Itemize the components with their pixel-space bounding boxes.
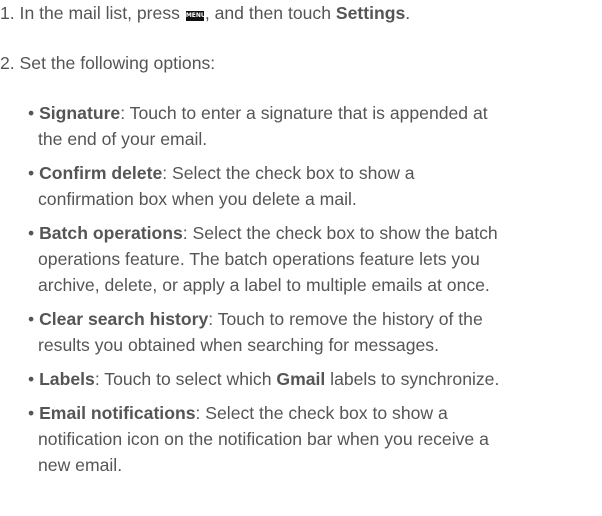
option-term: Clear search history xyxy=(39,309,209,329)
option-desc-continued: notification icon on the notification ba… xyxy=(38,429,489,449)
option-desc: : Touch to select which xyxy=(94,369,277,389)
option-desc-continued: new email. xyxy=(38,455,123,475)
option-desc-continued: archive, delete, or apply a label to mul… xyxy=(38,275,490,295)
option-term: Signature xyxy=(39,103,121,123)
option-signature: • Signature: Touch to enter a signature … xyxy=(28,103,488,123)
option-desc-continued: confirmation box when you delete a mail. xyxy=(38,189,357,209)
option-desc: : Touch to remove the history of the xyxy=(208,309,483,329)
option-term: Batch operations xyxy=(39,223,183,243)
step-1: 1. In the mail list, press MENU, and the… xyxy=(0,2,410,24)
option-term: Email notifications xyxy=(39,403,196,423)
option-batch-operations: • Batch operations: Select the check box… xyxy=(28,223,498,243)
option-desc: : Select the check box to show the batch xyxy=(182,223,498,243)
option-desc-continued: results you obtained when searching for … xyxy=(38,335,439,355)
gmail-label: Gmail xyxy=(276,369,326,389)
option-labels: • Labels: Touch to select which Gmail la… xyxy=(28,369,500,389)
option-term: Labels xyxy=(39,369,95,389)
option-clear-search-history: • Clear search history: Touch to remove … xyxy=(28,309,483,329)
option-confirm-delete: • Confirm delete: Select the check box t… xyxy=(28,163,415,183)
menu-key-icon: MENU xyxy=(185,11,206,21)
step-1-middle: , and then touch xyxy=(204,3,336,23)
option-desc-continued: the end of your email. xyxy=(38,129,208,149)
step-2: 2. Set the following options: xyxy=(0,53,216,73)
option-desc: : Touch to enter a signature that is app… xyxy=(120,103,488,123)
option-desc: : Select the check box to show a xyxy=(195,403,448,423)
option-email-notifications: • Email notifications: Select the check … xyxy=(28,403,448,423)
step-1-prefix: 1. In the mail list, press xyxy=(0,3,185,23)
option-desc: : Select the check box to show a xyxy=(162,163,415,183)
option-desc-continued: operations feature. The batch operations… xyxy=(38,249,480,269)
settings-label: Settings xyxy=(335,3,406,23)
option-term: Confirm delete xyxy=(39,163,163,183)
option-desc: labels to synchronize. xyxy=(330,369,500,389)
step-1-suffix: . xyxy=(405,3,411,23)
